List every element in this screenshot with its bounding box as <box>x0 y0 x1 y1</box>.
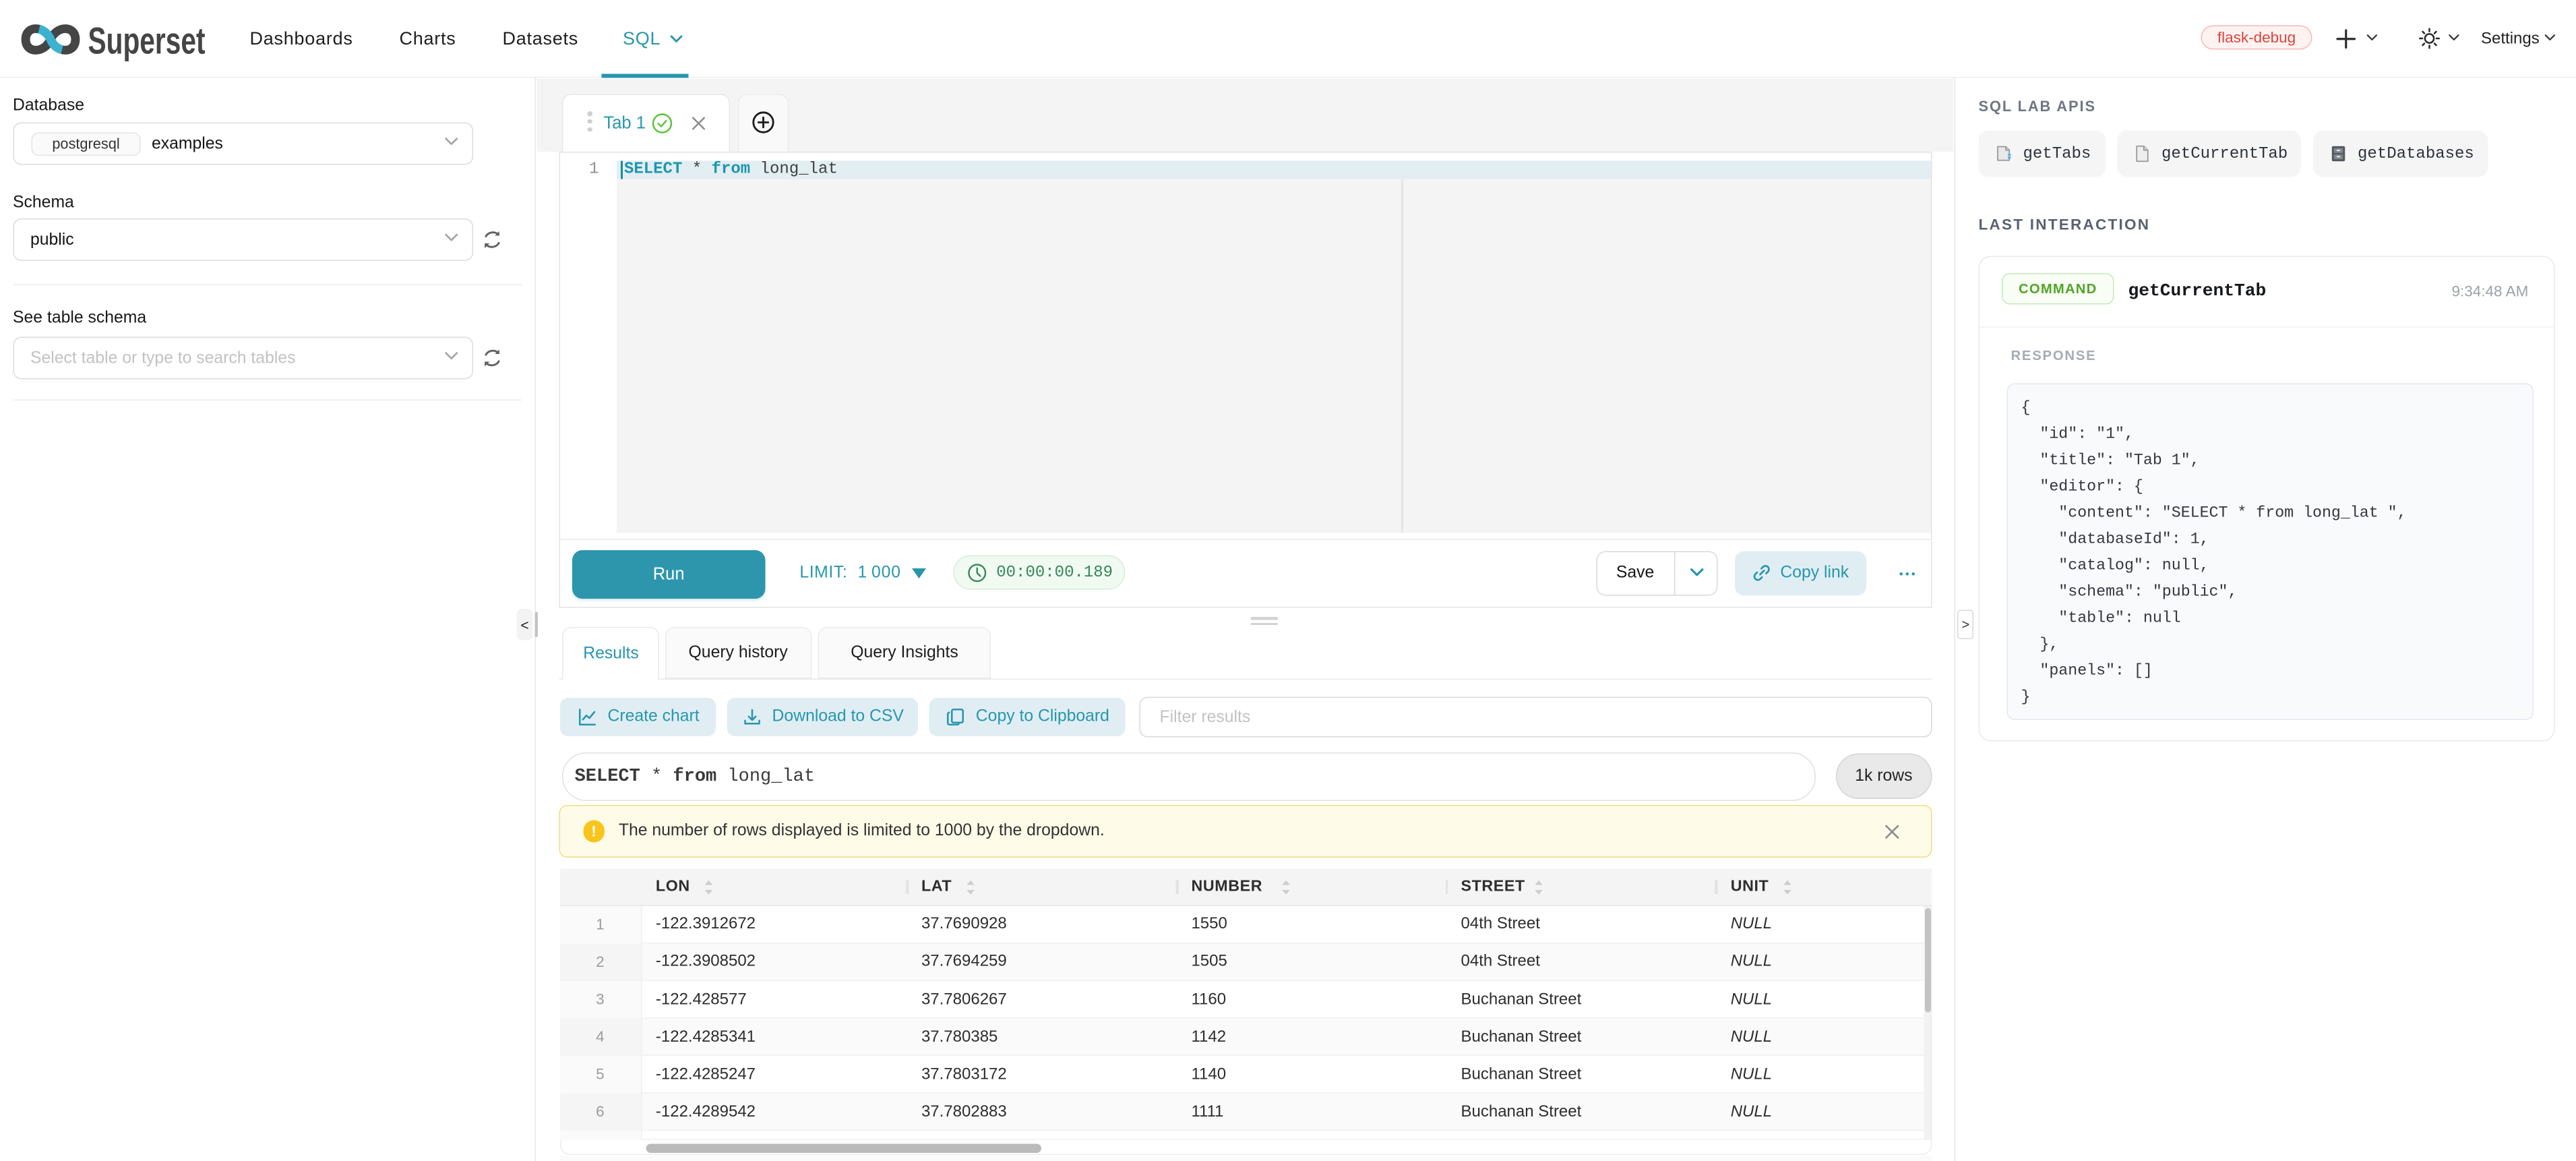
svg-text:Superset: Superset <box>88 20 206 62</box>
